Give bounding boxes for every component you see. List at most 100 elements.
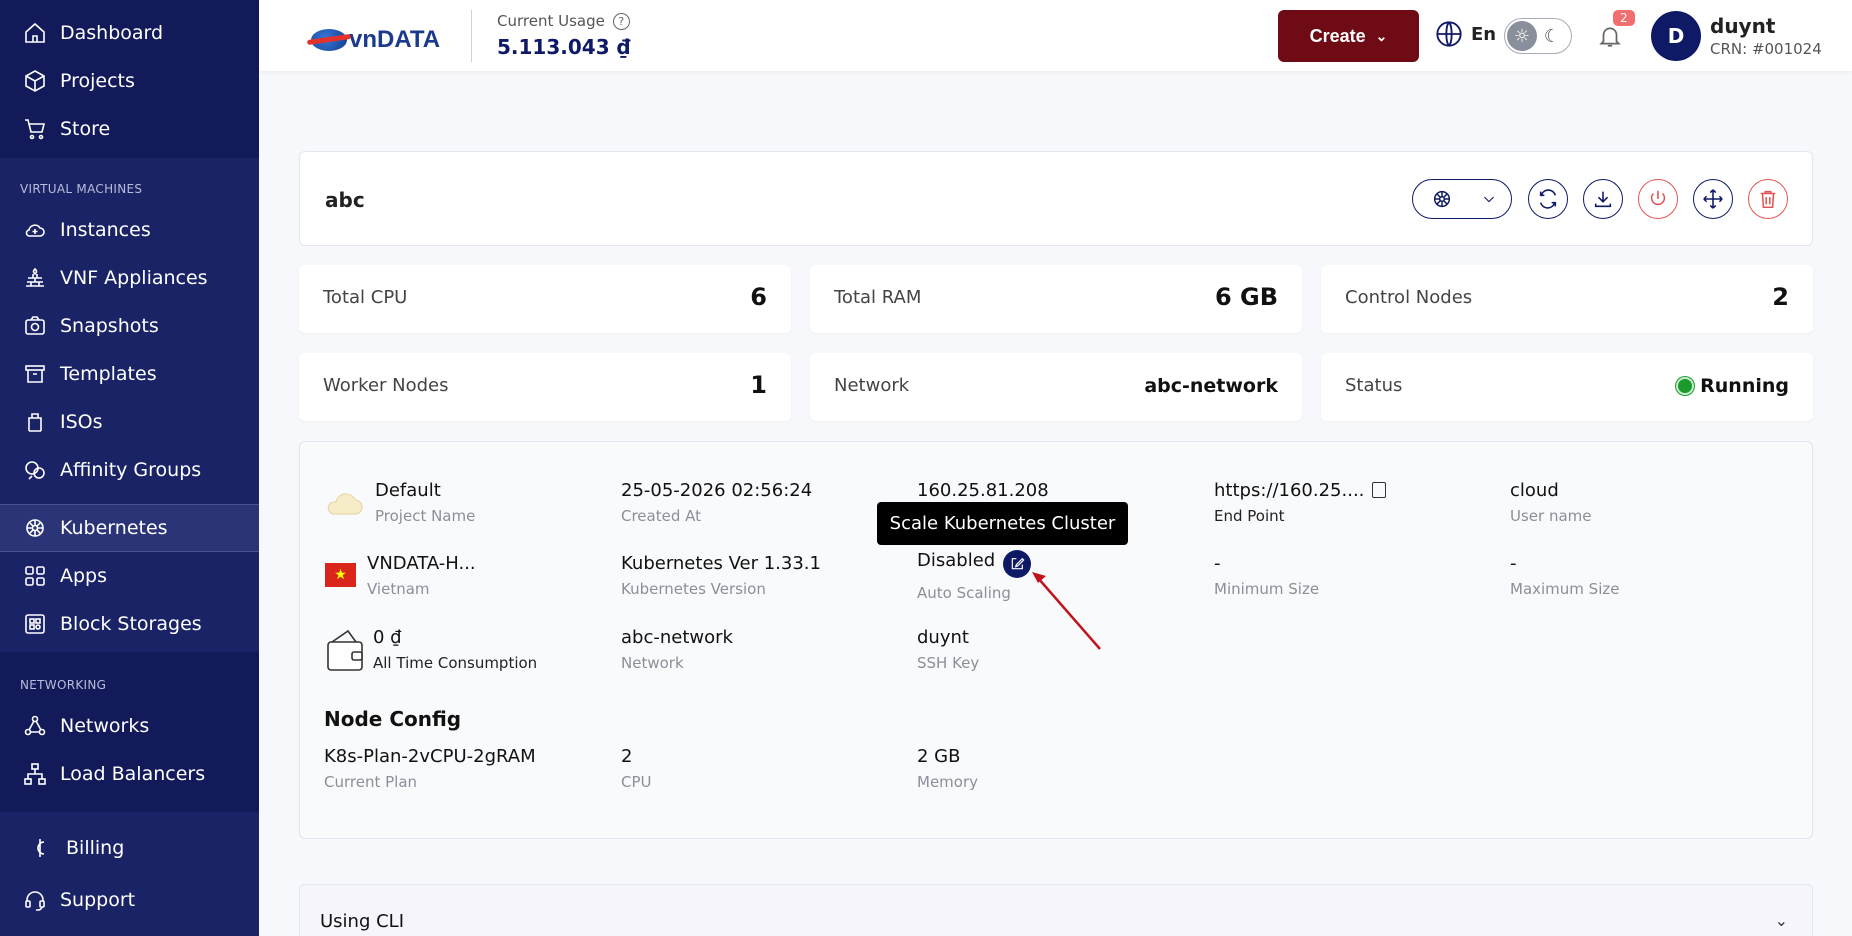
kubernetes-actions-dropdown[interactable]	[1412, 179, 1512, 219]
detail-current-plan: K8s-Plan-2vCPU-2gRAM Current Plan	[324, 746, 536, 791]
delete-button[interactable]	[1748, 179, 1788, 219]
using-cli-title: Using CLI	[320, 911, 405, 932]
avatar[interactable]: D	[1651, 11, 1701, 61]
detail-k8s-version: Kubernetes Ver 1.33.1 Kubernetes Version	[621, 553, 821, 598]
language-selector[interactable]: En	[1435, 20, 1496, 48]
sidebar-group-account: Billing Support	[0, 812, 259, 936]
sidebar-item-kubernetes[interactable]: Kubernetes	[0, 504, 259, 552]
sidebar-item-instances[interactable]: Instances	[0, 206, 259, 254]
sidebar-group-main: Dashboard Projects Store	[0, 0, 259, 158]
sidebar-item-support[interactable]: Support	[0, 876, 259, 924]
apps-icon	[22, 563, 48, 589]
wallet-icon	[327, 629, 363, 671]
sidebar-group-vm: VIRTUAL MACHINES Instances VNF Appliance…	[0, 158, 259, 652]
sidebar-item-affinity-groups[interactable]: Affinity Groups	[0, 446, 259, 494]
affinity-icon	[22, 457, 48, 483]
moon-icon: ☾	[1543, 25, 1561, 47]
sidebar-item-templates[interactable]: Templates	[0, 350, 259, 398]
billing-icon	[28, 835, 54, 861]
sidebar-item-label: Instances	[60, 219, 151, 241]
sidebar-item-label: VNF Appliances	[60, 267, 208, 289]
detail-network: abc-network Network	[621, 627, 733, 672]
help-icon[interactable]: ?	[612, 12, 630, 30]
user-crn: CRN: #001024	[1710, 40, 1822, 58]
camera-icon	[22, 313, 48, 339]
notification-badge: 2	[1613, 10, 1635, 26]
sidebar-item-isos[interactable]: ISOs	[0, 398, 259, 446]
sidebar-item-label: Projects	[60, 70, 135, 92]
sidebar-item-block-storages[interactable]: Block Storages	[0, 600, 259, 648]
scale-button[interactable]	[1693, 179, 1733, 219]
running-indicator-icon	[1676, 377, 1695, 395]
move-arrows-icon	[1703, 189, 1723, 209]
header-divider	[471, 10, 472, 62]
user-name[interactable]: duynt	[1710, 14, 1775, 38]
sidebar-group-networking: NETWORKING Networks Load Balancers	[0, 652, 259, 812]
refresh-button[interactable]	[1528, 179, 1568, 219]
kubernetes-icon	[22, 515, 48, 541]
download-button[interactable]	[1583, 179, 1623, 219]
sidebar-item-label: Snapshots	[60, 315, 159, 337]
node-config-title: Node Config	[324, 707, 462, 731]
stat-control-nodes: Control Nodes 2	[1321, 265, 1813, 333]
detail-consumption: 0 ₫ All Time Consumption	[373, 627, 538, 672]
power-button[interactable]	[1638, 179, 1678, 219]
power-icon	[1650, 190, 1666, 206]
sidebar-item-vnf-appliances[interactable]: VNF Appliances	[0, 254, 259, 302]
sidebar-item-label: Kubernetes	[60, 517, 168, 539]
cart-icon	[22, 116, 48, 142]
vndata-logo[interactable]: vnDATA	[311, 26, 440, 54]
vietnam-flag-icon: ★	[325, 563, 356, 587]
stat-total-ram: Total RAM 6 GB	[810, 265, 1302, 333]
detail-zone: VNDATA-H... Vietnam	[367, 553, 476, 598]
trash-icon	[1760, 190, 1776, 209]
sun-icon: ☼	[1507, 21, 1537, 51]
sidebar-item-store[interactable]: Store	[0, 105, 259, 153]
detail-endpoint: https://160.25.... End Point	[1214, 480, 1387, 525]
scale-cluster-tooltip: Scale Kubernetes Cluster	[877, 502, 1128, 545]
sidebar-item-load-balancers[interactable]: Load Balancers	[0, 750, 259, 798]
detail-user-name: cloud User name	[1510, 480, 1592, 525]
theme-toggle[interactable]: ☼ ☾	[1504, 18, 1572, 54]
sidebar-item-dashboard[interactable]: Dashboard	[0, 9, 259, 57]
sidebar-item-label: Templates	[60, 363, 157, 385]
detail-min-size: - Minimum Size	[1214, 553, 1320, 598]
create-button[interactable]: Create ⌄	[1278, 10, 1419, 62]
sidebar-item-networks[interactable]: Networks	[0, 702, 259, 750]
copy-icon[interactable]	[1372, 482, 1387, 498]
status-badge: Running	[1676, 375, 1789, 397]
kubernetes-icon	[1433, 190, 1451, 208]
detail-ssh-key: duynt SSH Key	[917, 627, 980, 672]
storage-icon	[22, 611, 48, 637]
stat-total-cpu: Total CPU 6	[299, 265, 791, 333]
stat-worker-nodes: Worker Nodes 1	[299, 353, 791, 421]
sidebar-item-apps[interactable]: Apps	[0, 552, 259, 600]
notifications-button[interactable]: 2	[1597, 10, 1635, 54]
chevron-down-icon	[1483, 196, 1495, 203]
cluster-name: abc	[325, 188, 365, 212]
stat-status: Status Running	[1321, 353, 1813, 421]
globe-icon	[1436, 21, 1462, 47]
top-header: vnDATA Current Usage ? 5.113.043 ₫ Creat…	[259, 0, 1852, 71]
globe-logo-icon	[311, 29, 347, 51]
bell-icon	[1599, 27, 1621, 47]
using-cli-accordion[interactable]: Using CLI ⌄	[299, 884, 1813, 936]
sidebar-item-label: ISOs	[60, 411, 103, 433]
sidebar-item-label: Block Storages	[60, 613, 202, 635]
detail-auto-scaling: Disabled Auto Scaling	[917, 550, 1032, 602]
cloud-icon	[22, 217, 48, 243]
cluster-title-card: abc	[299, 151, 1813, 246]
current-usage-label: Current Usage ?	[497, 12, 630, 30]
detail-ip: 160.25.81.208	[917, 480, 1049, 501]
sidebar-item-label: Dashboard	[60, 22, 164, 44]
sidebar-item-label: Apps	[60, 565, 108, 587]
sidebar-item-snapshots[interactable]: Snapshots	[0, 302, 259, 350]
detail-max-size: - Maximum Size	[1510, 553, 1620, 598]
sidebar-item-projects[interactable]: Projects	[0, 57, 259, 105]
sidebar-item-label: Load Balancers	[60, 763, 206, 785]
home-icon	[22, 20, 48, 46]
sidebar-item-billing[interactable]: Billing	[0, 824, 259, 872]
stat-network: Network abc-network	[810, 353, 1302, 421]
sidebar-item-label: Networks	[60, 715, 150, 737]
sidebar-item-label: Store	[60, 118, 111, 140]
